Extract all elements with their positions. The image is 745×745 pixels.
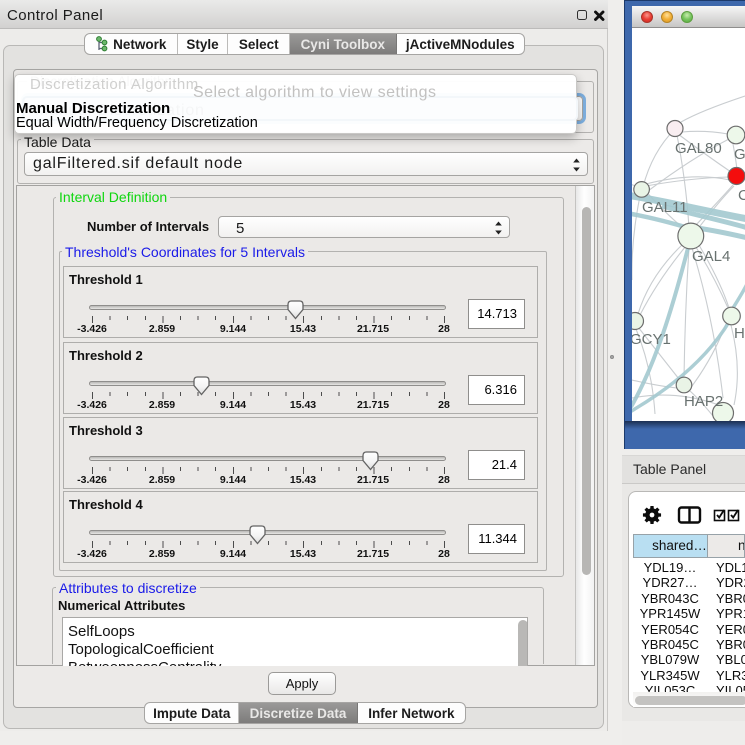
svg-text:HAP2: HAP2 xyxy=(684,393,723,410)
svg-text:GCY1: GCY1 xyxy=(632,331,671,348)
svg-text:GA: GA xyxy=(734,146,745,163)
svg-text:GAL11: GAL11 xyxy=(642,199,688,216)
svg-text:C: C xyxy=(738,187,745,204)
svg-text:GAL80: GAL80 xyxy=(675,140,722,157)
svg-text:H: H xyxy=(734,325,745,342)
svg-text:GAL4: GAL4 xyxy=(692,248,730,265)
